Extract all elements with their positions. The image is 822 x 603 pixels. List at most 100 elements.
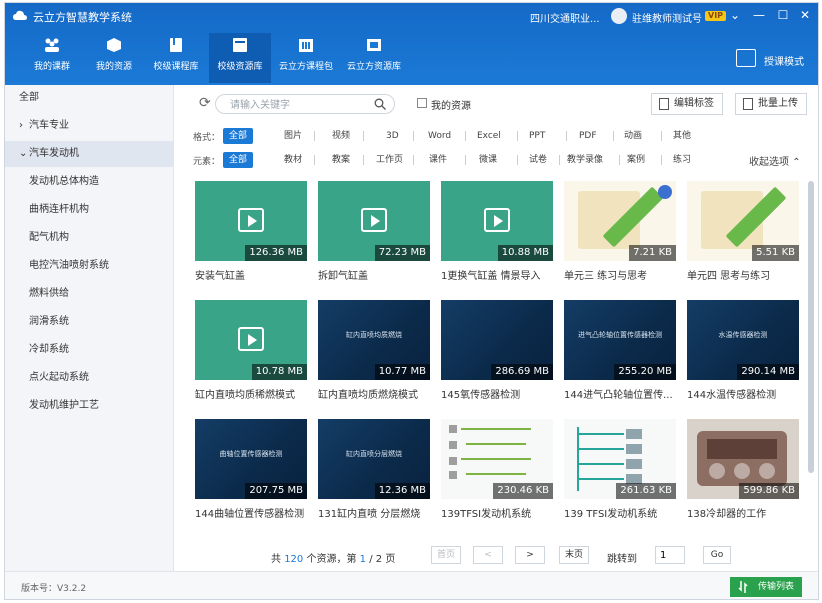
nav-cloud-course-pack[interactable]: 云立方课程包 xyxy=(275,33,337,83)
resource-title: 安装气缸盖 xyxy=(195,271,245,282)
resource-card[interactable]: 7.21 KB 单元三 练习与思考 xyxy=(564,181,676,284)
minimize-icon[interactable]: — xyxy=(751,7,767,23)
transfer-list-button[interactable]: 传输列表 xyxy=(730,577,802,597)
diagram-thumbnail: 261.63 KB xyxy=(564,419,676,499)
nav-school-resources[interactable]: 校级资源库 xyxy=(209,33,271,83)
format-chip[interactable]: 视频 xyxy=(326,128,356,144)
format-chip[interactable]: PDF xyxy=(573,128,603,144)
edit-tags-button[interactable]: 编辑标签 xyxy=(651,93,723,115)
nav-label: 我的资源 xyxy=(95,62,132,72)
sidebar-item[interactable]: 润滑系统 xyxy=(5,309,173,335)
close-icon[interactable]: ✕ xyxy=(797,7,813,23)
teach-mode-button[interactable]: 授课模式 xyxy=(764,53,804,68)
file-size: 261.63 KB xyxy=(616,483,676,499)
sidebar-item-auto-major[interactable]: › 汽车专业 xyxy=(5,113,173,139)
element-chip[interactable]: 练习 xyxy=(667,152,697,168)
video-thumbnail: 缸内直喷均质燃烧 10.77 MB xyxy=(318,300,430,380)
vip-badge: VIP xyxy=(705,11,727,21)
resource-card[interactable]: 286.69 MB 145氧传感器检测 xyxy=(441,300,553,403)
resource-title: 138冷却器的工作 xyxy=(687,509,767,520)
upload-icon xyxy=(743,98,753,110)
format-chip[interactable]: Excel xyxy=(471,128,507,144)
sidebar-item[interactable]: 发动机总体构造 xyxy=(5,169,173,195)
sidebar-item-all[interactable]: 全部 xyxy=(5,85,173,111)
avatar[interactable] xyxy=(611,8,627,24)
nav-cloud-resources[interactable]: 云立方资源库 xyxy=(343,33,405,83)
edit-icon xyxy=(659,98,669,110)
element-chip[interactable]: 教案 xyxy=(326,152,356,168)
resource-card[interactable]: 曲轴位置传感器检测 207.75 MB 144曲轴位置传感器检测 xyxy=(195,419,307,522)
last-page-button[interactable]: 末页 xyxy=(559,546,589,564)
go-button[interactable]: Go xyxy=(703,546,731,564)
sidebar-item[interactable]: 配气机构 xyxy=(5,225,173,251)
sidebar-item[interactable]: 燃料供给 xyxy=(5,281,173,307)
sidebar-item[interactable]: 冷却系统 xyxy=(5,337,173,363)
main-content: ⟳ 我的资源 编辑标签 批量上传 格式： 全部 图片 视频 3D Word Ex… xyxy=(173,85,818,571)
resource-card[interactable]: 230.46 KB 139TFSI发动机系统 xyxy=(441,419,553,522)
format-chip[interactable]: Word xyxy=(422,128,457,144)
format-chip[interactable]: 图片 xyxy=(278,128,308,144)
sidebar-item[interactable]: 发动机维护工艺 xyxy=(5,393,173,419)
format-chip[interactable]: 全部 xyxy=(223,128,254,144)
sidebar-item[interactable]: 电控汽油喷射系统 xyxy=(5,253,173,279)
element-chip[interactable]: 工作页 xyxy=(370,152,409,168)
resource-card[interactable]: 5.51 KB 单元四 思考与练习 xyxy=(687,181,799,284)
my-resources-checkbox[interactable] xyxy=(417,98,427,108)
resource-card[interactable]: 进气凸轮轴位置传感器检测 255.20 MB 144进气凸轮轴位置传... xyxy=(564,300,676,403)
chevron-down-icon[interactable]: ⌄ xyxy=(727,7,743,23)
prev-page-button[interactable]: < xyxy=(473,546,503,564)
nav-my-classes[interactable]: 我的课群 xyxy=(21,33,83,83)
element-chip[interactable]: 微课 xyxy=(473,152,503,168)
vertical-scrollbar[interactable] xyxy=(808,181,814,473)
first-page-button[interactable]: 首页 xyxy=(431,546,461,564)
refresh-icon[interactable]: ⟳ xyxy=(199,95,211,111)
search-icon[interactable] xyxy=(374,98,386,110)
image-thumbnail: 599.86 KB xyxy=(687,419,799,499)
resource-card[interactable]: 126.36 MB 安装气缸盖 xyxy=(195,181,307,284)
user-name[interactable]: 驻维教师测试号 xyxy=(632,10,702,25)
resource-title: 缸内直喷均质燃烧模式 xyxy=(318,390,418,401)
batch-upload-button[interactable]: 批量上传 xyxy=(735,93,807,115)
sidebar-item[interactable]: 曲柄连杆机构 xyxy=(5,197,173,223)
file-size: 72.23 MB xyxy=(374,245,430,261)
nav-my-resources[interactable]: 我的资源 xyxy=(83,33,145,83)
document-thumbnail: 5.51 KB xyxy=(687,181,799,261)
format-chip[interactable]: 其他 xyxy=(667,128,697,144)
resource-card[interactable]: 10.78 MB 缸内直喷均质稀燃模式 xyxy=(195,300,307,403)
resource-card[interactable]: 261.63 KB 139 TFSI发动机系统 xyxy=(564,419,676,522)
element-chip[interactable]: 试卷 xyxy=(523,152,553,168)
header: 云立方智慧教学系统 四川交通职业... 驻维教师测试号 VIP ⌄ — ☐ ✕ … xyxy=(5,3,818,85)
resource-card[interactable]: 599.86 KB 138冷却器的工作 xyxy=(687,419,799,522)
divider xyxy=(314,155,315,165)
school-name[interactable]: 四川交通职业... xyxy=(530,10,600,25)
maximize-icon[interactable]: ☐ xyxy=(775,7,791,23)
format-chip[interactable]: PPT xyxy=(523,128,551,144)
element-chip[interactable]: 案例 xyxy=(621,152,651,168)
element-chip[interactable]: 教学录像 xyxy=(561,152,609,168)
divider xyxy=(413,131,414,141)
resource-card[interactable]: 缸内直喷均质燃烧 10.77 MB 缸内直喷均质燃烧模式 xyxy=(318,300,430,403)
format-chip[interactable]: 3D xyxy=(380,128,405,144)
format-chip[interactable]: 动画 xyxy=(618,128,648,144)
divider xyxy=(363,131,364,141)
page-number-input[interactable] xyxy=(655,546,685,564)
database-icon xyxy=(367,39,381,51)
file-size: 10.77 MB xyxy=(374,364,430,380)
element-chip[interactable]: 全部 xyxy=(223,152,254,168)
search-input[interactable] xyxy=(228,96,372,114)
nav-school-courses[interactable]: 校级课程库 xyxy=(145,33,207,83)
resource-card[interactable]: 72.23 MB 拆卸气缸盖 xyxy=(318,181,430,284)
video-thumbnail: 126.36 MB xyxy=(195,181,307,261)
collapse-options-button[interactable]: 收起选项 ⌃ xyxy=(749,153,801,168)
sidebar-item-auto-engine[interactable]: ⌄ 汽车发动机 xyxy=(5,141,173,167)
sidebar-item[interactable]: 点火起动系统 xyxy=(5,365,173,391)
resource-card[interactable]: 10.88 MB 1更换气缸盖 情景导入 xyxy=(441,181,553,284)
resource-card[interactable]: 水温传感器检测 290.14 MB 144水温传感器检测 xyxy=(687,300,799,403)
next-page-button[interactable]: > xyxy=(515,546,545,564)
divider xyxy=(314,131,315,141)
chevron-down-icon: ⌄ xyxy=(19,148,28,159)
file-size: 5.51 KB xyxy=(752,245,799,261)
element-chip[interactable]: 课件 xyxy=(423,152,453,168)
resource-card[interactable]: 缸内直喷分层燃烧 12.36 MB 131缸内直喷 分层燃烧 xyxy=(318,419,430,522)
element-chip[interactable]: 教材 xyxy=(278,152,308,168)
